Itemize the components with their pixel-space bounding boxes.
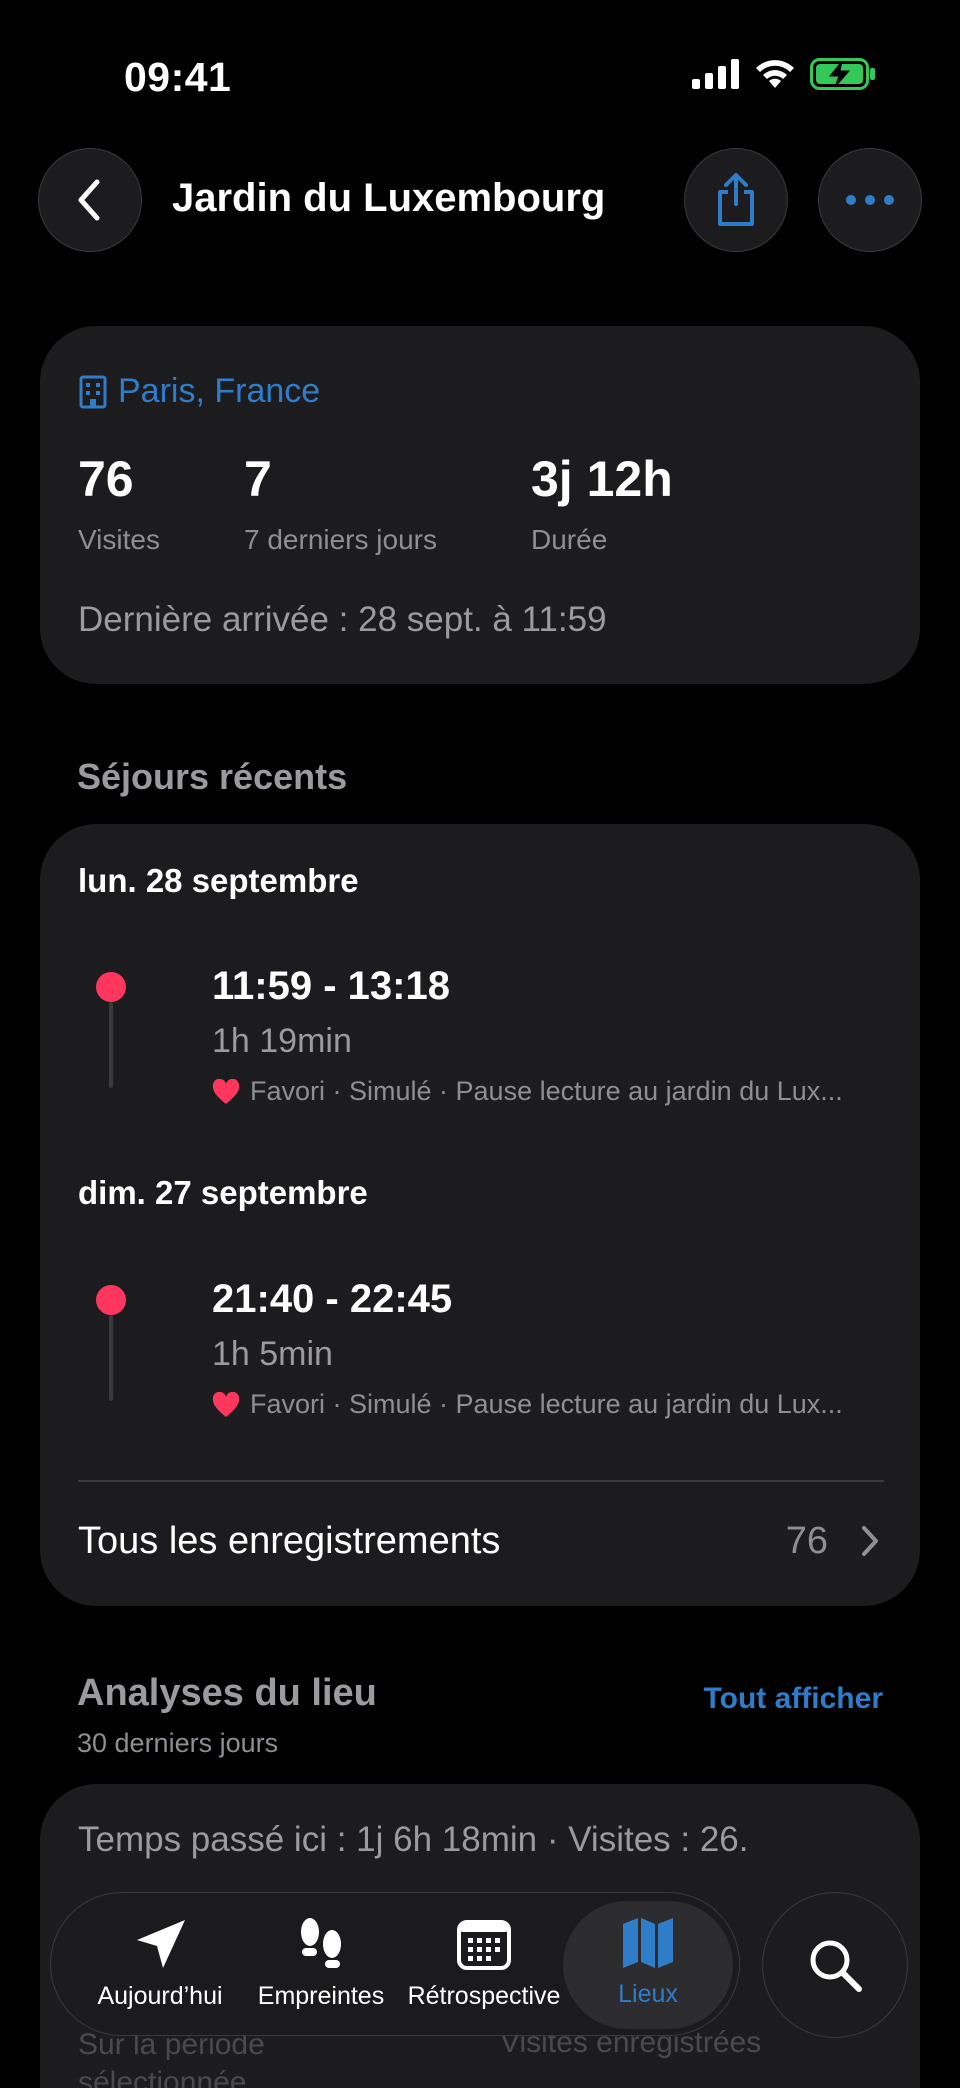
stay-timeline-line [109, 1315, 113, 1401]
heart-icon [212, 1391, 240, 1417]
stay-entry[interactable]: 21:40 - 22:45 1h 5min Favori · Simulé · … [78, 1273, 888, 1423]
stat-value: 76 [78, 451, 134, 507]
tab-today[interactable]: Aujourd’hui [71, 1893, 249, 2037]
tab-retrospective[interactable]: Rétrospective [395, 1893, 573, 2037]
location-link[interactable]: Paris, France [78, 372, 320, 411]
analyses-title: Analyses du lieu [77, 1672, 377, 1714]
calendar-icon [457, 1920, 511, 1970]
stat-duration: 3j 12h Durée [531, 454, 673, 556]
analyses-subtitle: 30 derniers jours [77, 1728, 279, 1758]
stat-value: 7 [244, 451, 272, 507]
tab-label: Rétrospective [407, 1982, 561, 2010]
tab-footprints[interactable]: Empreintes [247, 1893, 395, 2037]
stat-last-7-days: 7 7 derniers jours [244, 454, 437, 556]
stay-dot [96, 972, 126, 1002]
ellipsis-icon [846, 195, 894, 205]
search-icon [810, 1940, 862, 1992]
building-icon [79, 375, 107, 408]
stay-meta-text: Favori · Simulé · Pause lecture au jardi… [250, 1076, 843, 1106]
stay-meta-text: Favori · Simulé · Pause lecture au jardi… [250, 1389, 843, 1419]
share-button[interactable] [684, 148, 788, 252]
stat-visits: 76 Visites [78, 454, 160, 556]
stay-meta: Favori · Simulé · Pause lecture au jardi… [212, 1076, 843, 1107]
stay-dot [96, 1285, 126, 1315]
footprints-icon [301, 1918, 341, 1968]
location-label: Paris, France [118, 372, 321, 410]
back-button[interactable] [38, 148, 142, 252]
status-icons [692, 58, 876, 90]
stat-label: Visites [78, 524, 160, 555]
stat-label: Durée [531, 524, 608, 555]
status-time: 09:41 [124, 54, 232, 100]
last-arrival-text: Dernière arrivée : 28 sept. à 11:59 [78, 600, 607, 639]
stay-time-range: 11:59 - 13:18 [212, 964, 450, 1008]
stay-time-range: 21:40 - 22:45 [212, 1277, 453, 1321]
heart-icon [212, 1078, 240, 1104]
analyses-summary: Temps passé ici : 1j 6h 18min · Visites … [78, 1820, 749, 1859]
day-label: dim. 27 septembre [78, 1174, 368, 1211]
all-records-row[interactable]: Tous les enregistrements 76 [78, 1510, 884, 1580]
stay-duration: 1h 5min [212, 1335, 333, 1373]
stay-meta: Favori · Simulé · Pause lecture au jardi… [212, 1389, 843, 1420]
stat-value: 3j 12h [531, 451, 673, 507]
battery-charging-icon [810, 58, 875, 90]
stay-duration: 1h 19min [212, 1022, 352, 1060]
tab-label: Empreintes [257, 1982, 385, 2010]
share-icon [718, 173, 754, 226]
stay-timeline-line [109, 1002, 113, 1088]
chevron-right-icon [862, 1526, 878, 1556]
recent-stays-title: Séjours récents [77, 756, 348, 797]
recent-stays-card: lun. 28 septembre 11:59 - 13:18 1h 19min… [40, 824, 920, 1606]
all-records-count: 76 [785, 1520, 828, 1562]
page-title: Jardin du Luxembourg [172, 176, 606, 220]
chevron-left-icon [78, 179, 100, 221]
tab-label: Aujourd’hui [97, 1982, 223, 2010]
all-records-label: Tous les enregistrements [78, 1520, 501, 1562]
cellular-signal-icon [692, 59, 739, 89]
more-button[interactable] [818, 148, 922, 252]
stat-label: 7 derniers jours [244, 524, 437, 555]
search-button[interactable] [762, 1892, 908, 2038]
wifi-icon [756, 60, 794, 88]
tab-label: Lieux [618, 1980, 678, 2008]
map-icon [623, 1918, 673, 1968]
status-bar: 09:41 [0, 0, 960, 150]
stay-entry[interactable]: 11:59 - 13:18 1h 19min Favori · Simulé ·… [78, 960, 888, 1110]
place-summary-card: Paris, France 76 Visites 7 7 derniers jo… [40, 326, 920, 684]
divider [78, 1480, 884, 1482]
day-label: lun. 28 septembre [78, 862, 359, 899]
tab-bar: Aujourd’hui Empreintes Rétrospective Lie… [50, 1892, 740, 2036]
see-all-link[interactable]: Tout afficher [704, 1682, 883, 1716]
tab-places[interactable]: Lieux [563, 1901, 733, 2029]
location-arrow-icon [137, 1920, 185, 1968]
